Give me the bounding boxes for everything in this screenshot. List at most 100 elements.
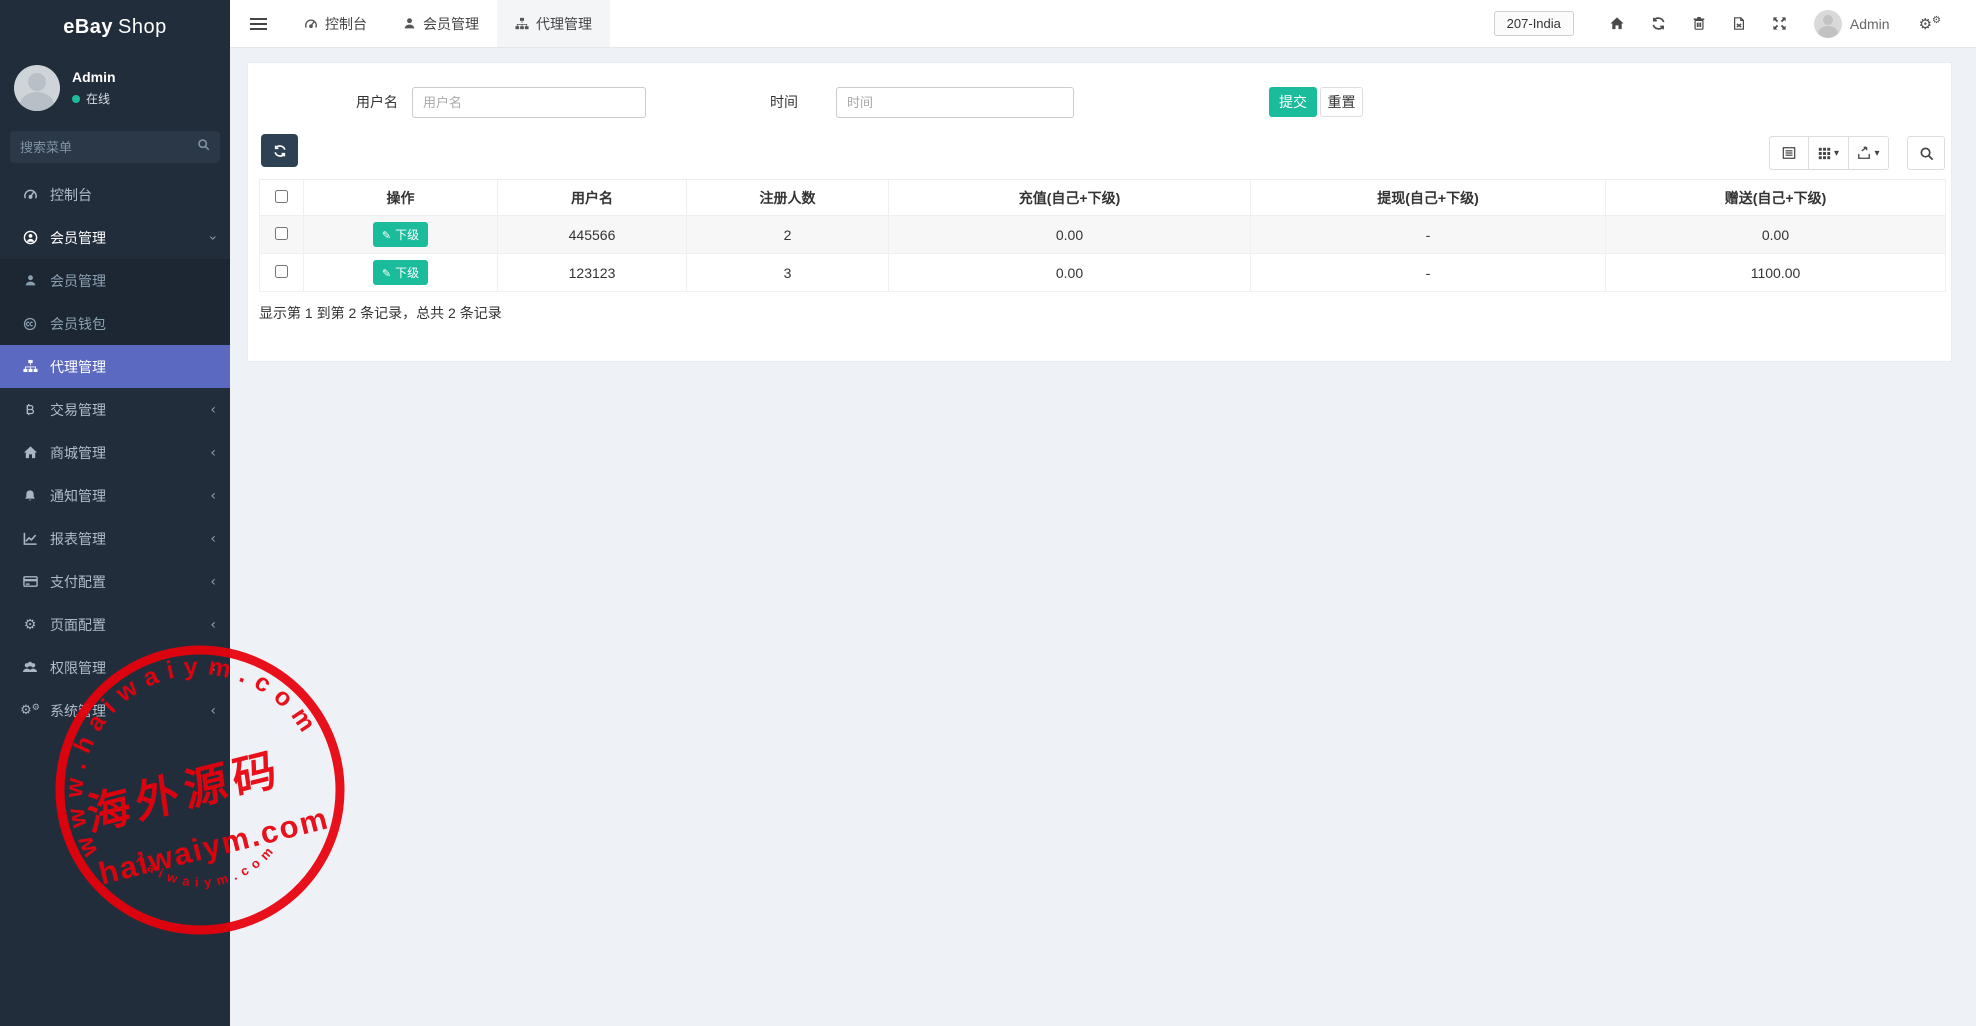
chevron-left-icon: ‹ (210, 488, 216, 504)
column-header-reg-count: 注册人数 (687, 180, 889, 216)
sidebar-item-dashboard[interactable]: 控制台 (0, 173, 230, 216)
table-row: ✎下级 445566 2 0.00 - 0.00 (260, 216, 1946, 254)
export-dropdown-button[interactable]: ▾ (1849, 136, 1889, 170)
sidebar-toggle-button[interactable] (230, 0, 286, 47)
row-withdraw: - (1251, 254, 1606, 292)
user-name: Admin (72, 69, 116, 85)
file-clear-icon[interactable] (1732, 16, 1746, 31)
sidebar-subitem-member-list[interactable]: 会员管理 (0, 259, 230, 302)
username-filter-label: 用户名 (288, 87, 398, 118)
row-action-cell: ✎下级 (304, 216, 498, 254)
agent-table: 操作 用户名 注册人数 充值(自己+下级) 提现(自己+下级) 赠送(自己+下级… (259, 179, 1946, 292)
subordinate-button[interactable]: ✎下级 (373, 260, 428, 285)
select-all-header (260, 180, 304, 216)
row-reg-count: 3 (687, 254, 889, 292)
sidebar-item-mall-management[interactable]: 商城管理 ‹ (0, 431, 230, 474)
users-icon (18, 660, 42, 675)
row-recharge: 0.00 (889, 216, 1251, 254)
sitemap-icon (18, 359, 42, 374)
chevron-left-icon: ‹ (210, 703, 216, 719)
table-toolbar: ▾ ▾ (1769, 136, 1889, 170)
detail-view-button[interactable] (1769, 136, 1809, 170)
gear-icon: ⚙ (18, 617, 42, 633)
sidebar-item-system-management[interactable]: ⚙⚙ 系统管理 ‹ (0, 689, 230, 732)
row-username: 445566 (498, 216, 687, 254)
region-selector[interactable]: 207-India (1494, 11, 1574, 36)
row-gift: 1100.00 (1606, 254, 1946, 292)
chevron-left-icon: ‹ (210, 617, 216, 633)
sidebar-item-label: 代理管理 (50, 357, 106, 377)
sidebar-item-trade-management[interactable]: 交易管理 ‹ (0, 388, 230, 431)
online-dot-icon (72, 95, 80, 103)
reset-button[interactable]: 重置 (1320, 87, 1363, 117)
tab-agent-management[interactable]: 代理管理 (497, 0, 610, 47)
row-checkbox[interactable] (275, 227, 288, 240)
tab-dashboard[interactable]: 控制台 (286, 0, 385, 47)
user-icon (18, 274, 42, 287)
credit-card-icon (18, 574, 42, 589)
sidebar-item-label: 报表管理 (50, 529, 106, 549)
content-card: 用户名 时间 提交 重置 ▾ ▾ (247, 62, 1952, 362)
navbar-user-name[interactable]: Admin (1850, 16, 1890, 32)
user-avatar[interactable] (1814, 10, 1842, 38)
pencil-icon: ✎ (382, 267, 391, 280)
row-reg-count: 2 (687, 216, 889, 254)
sitemap-icon (515, 17, 529, 31)
row-withdraw: - (1251, 216, 1606, 254)
search-icon[interactable] (197, 138, 210, 156)
table-search-button[interactable] (1907, 136, 1945, 170)
app-logo[interactable]: eBay Shop (0, 0, 230, 55)
subordinate-button[interactable]: ✎下级 (373, 222, 428, 247)
user-status-label: 在线 (86, 90, 110, 107)
logo-rest-text: Shop (118, 16, 167, 39)
avatar (14, 65, 60, 111)
home-icon (18, 445, 42, 460)
submit-button[interactable]: 提交 (1269, 87, 1317, 117)
sidebar-item-label: 页面配置 (50, 615, 106, 635)
sidebar-item-page-config[interactable]: ⚙ 页面配置 ‹ (0, 603, 230, 646)
sidebar: eBay Shop Admin 在线 控制 (0, 0, 230, 1026)
bitcoin-icon (18, 403, 42, 417)
tab-member-management[interactable]: 会员管理 (385, 0, 497, 47)
select-all-checkbox[interactable] (275, 190, 288, 203)
username-filter-input[interactable] (412, 87, 646, 118)
sidebar-item-label: 会员管理 (50, 271, 106, 291)
pagination-summary: 显示第 1 到第 2 条记录，总共 2 条记录 (259, 303, 502, 323)
chevron-left-icon: ‹ (210, 402, 216, 418)
sidebar-item-label: 会员钱包 (50, 314, 106, 334)
table-row: ✎下级 123123 3 0.00 - 1100.00 (260, 254, 1946, 292)
row-action-cell: ✎下级 (304, 254, 498, 292)
sidebar-search-input[interactable] (20, 140, 197, 155)
fullscreen-icon[interactable] (1772, 16, 1787, 31)
sidebar-item-agent-management[interactable]: 代理管理 (0, 345, 230, 388)
settings-cogs-icon[interactable]: ⚙⚙ (1919, 15, 1941, 33)
sidebar-item-label: 商城管理 (50, 443, 106, 463)
column-header-action: 操作 (304, 180, 498, 216)
sidebar-subitem-member-wallet[interactable]: 会员钱包 (0, 302, 230, 345)
sidebar-item-notice-management[interactable]: 通知管理 ‹ (0, 474, 230, 517)
time-filter-input[interactable] (836, 87, 1074, 118)
sidebar-search (10, 131, 220, 163)
table-refresh-button[interactable] (261, 134, 298, 167)
refresh-icon[interactable] (1651, 16, 1666, 31)
user-icon (403, 17, 416, 30)
sidebar-item-label: 系统管理 (50, 701, 106, 721)
sidebar-item-label: 支付配置 (50, 572, 106, 592)
home-icon[interactable] (1609, 16, 1625, 31)
cogs-icon: ⚙⚙ (18, 703, 42, 718)
columns-dropdown-button[interactable]: ▾ (1809, 136, 1849, 170)
chevron-down-icon: ‹ (205, 235, 221, 241)
sidebar-item-permission-management[interactable]: 权限管理 ‹ (0, 646, 230, 689)
row-checkbox[interactable] (275, 265, 288, 278)
caret-down-icon: ▾ (1834, 148, 1839, 159)
chevron-left-icon: ‹ (210, 574, 216, 590)
sidebar-item-payment-config[interactable]: 支付配置 ‹ (0, 560, 230, 603)
trash-icon[interactable] (1692, 16, 1706, 31)
table-header-row: 操作 用户名 注册人数 充值(自己+下级) 提现(自己+下级) 赠送(自己+下级… (260, 180, 1946, 216)
caret-down-icon: ▾ (1874, 148, 1879, 159)
user-meta: Admin 在线 (72, 69, 116, 107)
pencil-icon: ✎ (382, 229, 391, 242)
sidebar-item-report-management[interactable]: 报表管理 ‹ (0, 517, 230, 560)
sidebar-item-member-management[interactable]: 会员管理 ‹ (0, 216, 230, 259)
sidebar-item-label: 控制台 (50, 185, 92, 205)
